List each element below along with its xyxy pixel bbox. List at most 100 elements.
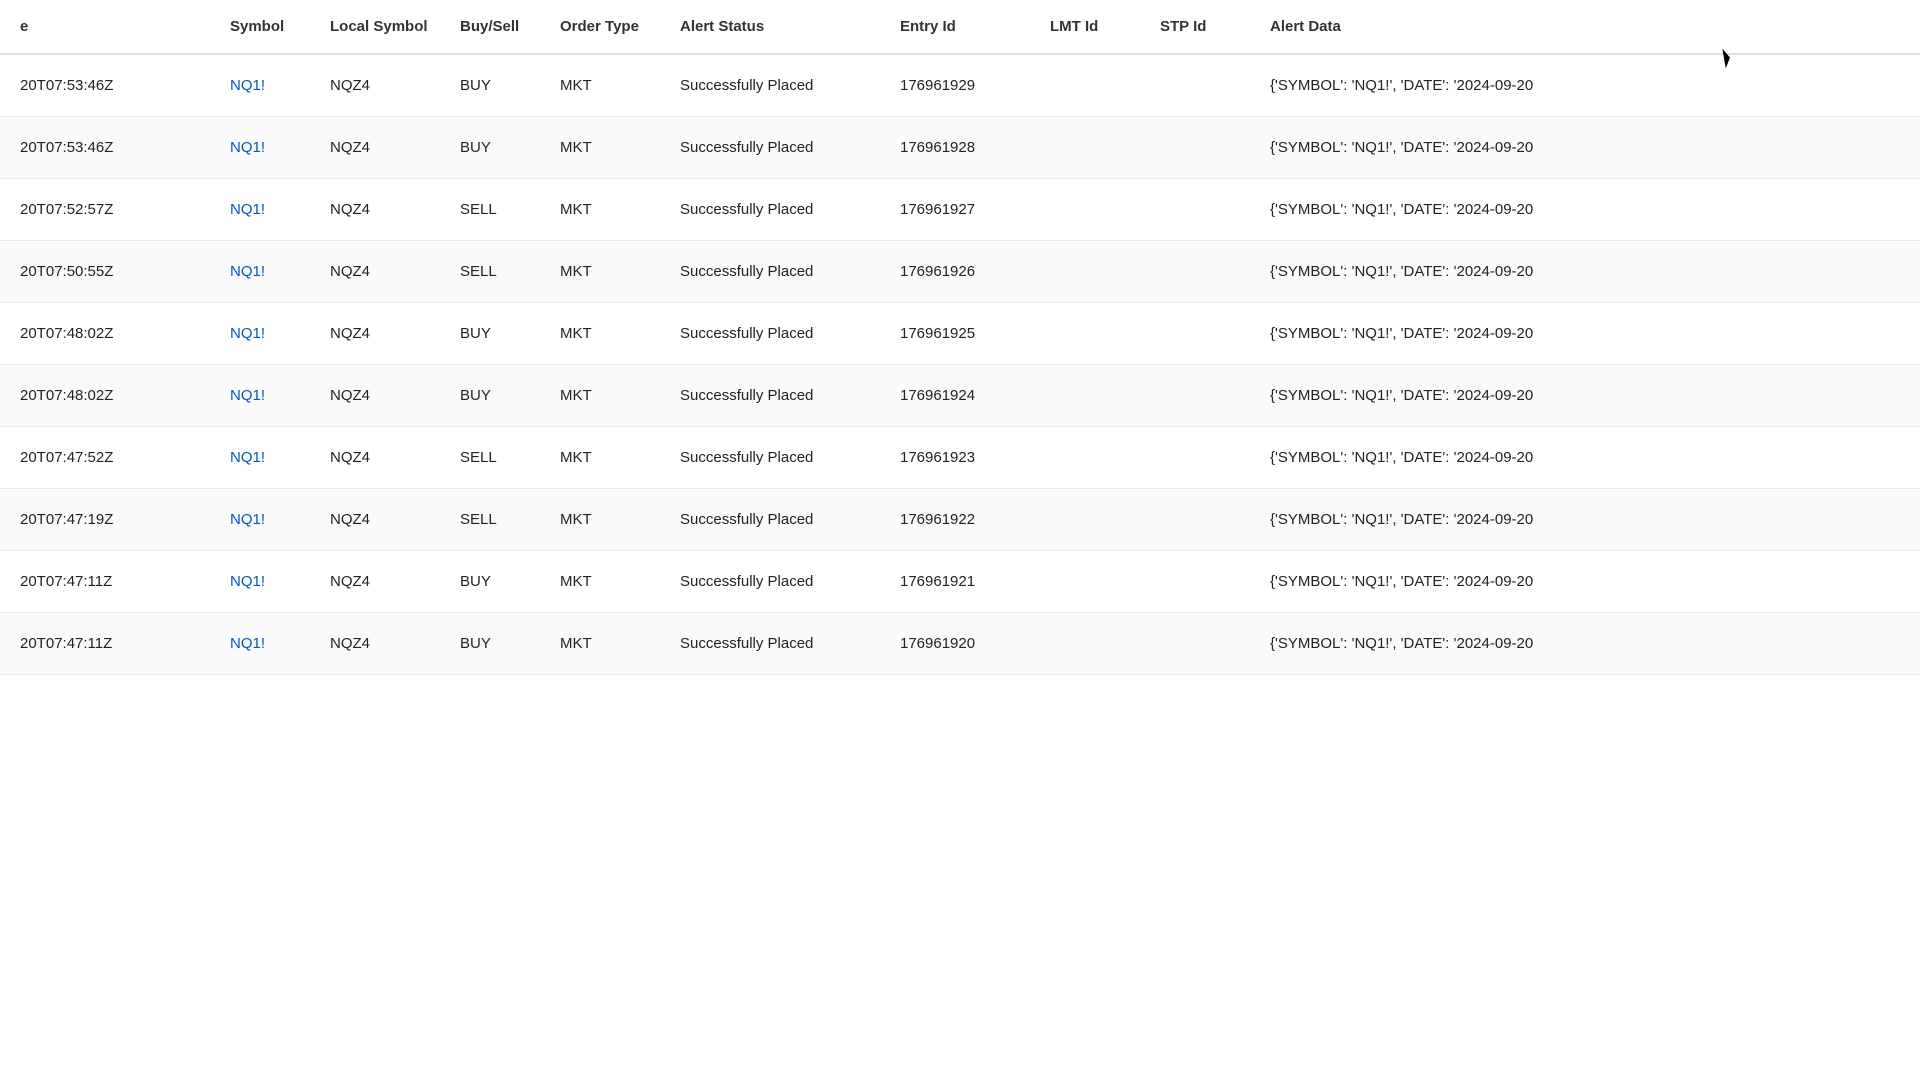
cell-lmt-id	[1030, 427, 1140, 489]
cell-order-type: MKT	[540, 613, 660, 675]
cell-stp-id	[1140, 427, 1250, 489]
cell-symbol: NQ1!	[210, 303, 310, 365]
table-row[interactable]: 20T07:52:57ZNQ1!NQZ4SELLMKTSuccessfully …	[0, 179, 1920, 241]
cell-lmt-id	[1030, 117, 1140, 179]
col-header-alert-data[interactable]: Alert Data	[1250, 0, 1920, 54]
cell-entry-id: 176961923	[880, 427, 1030, 489]
cell-date: 20T07:50:55Z	[0, 241, 210, 303]
cell-order-type: MKT	[540, 365, 660, 427]
cell-buy-sell: BUY	[440, 365, 540, 427]
table-row[interactable]: 20T07:47:19ZNQ1!NQZ4SELLMKTSuccessfully …	[0, 489, 1920, 551]
cell-alert-status: Successfully Placed	[660, 117, 880, 179]
cell-alert-data: {'SYMBOL': 'NQ1!', 'DATE': '2024-09-20	[1250, 427, 1920, 489]
table-body: 20T07:53:46ZNQ1!NQZ4BUYMKTSuccessfully P…	[0, 54, 1920, 675]
cell-local-symbol: NQZ4	[310, 303, 440, 365]
cell-lmt-id	[1030, 54, 1140, 117]
cell-lmt-id	[1030, 303, 1140, 365]
cell-lmt-id	[1030, 365, 1140, 427]
cell-stp-id	[1140, 613, 1250, 675]
cell-alert-status: Successfully Placed	[660, 179, 880, 241]
table-row[interactable]: 20T07:48:02ZNQ1!NQZ4BUYMKTSuccessfully P…	[0, 303, 1920, 365]
cell-local-symbol: NQZ4	[310, 179, 440, 241]
cell-lmt-id	[1030, 613, 1140, 675]
col-header-order-type[interactable]: Order Type	[540, 0, 660, 54]
table-header-row: e Symbol Local Symbol Buy/Sell Order Typ…	[0, 0, 1920, 54]
cell-buy-sell: BUY	[440, 54, 540, 117]
col-header-local-symbol[interactable]: Local Symbol	[310, 0, 440, 54]
cell-buy-sell: BUY	[440, 613, 540, 675]
cell-stp-id	[1140, 551, 1250, 613]
cell-buy-sell: SELL	[440, 489, 540, 551]
cell-entry-id: 176961922	[880, 489, 1030, 551]
cell-alert-data: {'SYMBOL': 'NQ1!', 'DATE': '2024-09-20	[1250, 551, 1920, 613]
cell-lmt-id	[1030, 179, 1140, 241]
cell-alert-status: Successfully Placed	[660, 551, 880, 613]
cell-alert-data: {'SYMBOL': 'NQ1!', 'DATE': '2024-09-20	[1250, 241, 1920, 303]
cell-buy-sell: BUY	[440, 303, 540, 365]
orders-table: e Symbol Local Symbol Buy/Sell Order Typ…	[0, 0, 1920, 675]
cell-alert-data: {'SYMBOL': 'NQ1!', 'DATE': '2024-09-20	[1250, 365, 1920, 427]
cell-local-symbol: NQZ4	[310, 427, 440, 489]
cell-buy-sell: BUY	[440, 117, 540, 179]
cell-alert-data: {'SYMBOL': 'NQ1!', 'DATE': '2024-09-20	[1250, 303, 1920, 365]
col-header-date[interactable]: e	[0, 0, 210, 54]
cell-alert-data: {'SYMBOL': 'NQ1!', 'DATE': '2024-09-20	[1250, 117, 1920, 179]
cell-local-symbol: NQZ4	[310, 117, 440, 179]
cell-local-symbol: NQZ4	[310, 241, 440, 303]
cell-symbol: NQ1!	[210, 551, 310, 613]
cell-entry-id: 176961921	[880, 551, 1030, 613]
cell-alert-status: Successfully Placed	[660, 613, 880, 675]
col-header-entry-id[interactable]: Entry Id	[880, 0, 1030, 54]
cell-order-type: MKT	[540, 117, 660, 179]
cell-entry-id: 176961928	[880, 117, 1030, 179]
cell-symbol: NQ1!	[210, 179, 310, 241]
cell-local-symbol: NQZ4	[310, 489, 440, 551]
table-row[interactable]: 20T07:53:46ZNQ1!NQZ4BUYMKTSuccessfully P…	[0, 54, 1920, 117]
table-row[interactable]: 20T07:53:46ZNQ1!NQZ4BUYMKTSuccessfully P…	[0, 117, 1920, 179]
cell-buy-sell: SELL	[440, 427, 540, 489]
col-header-stp-id[interactable]: STP Id	[1140, 0, 1250, 54]
cell-alert-data: {'SYMBOL': 'NQ1!', 'DATE': '2024-09-20	[1250, 613, 1920, 675]
cell-entry-id: 176961926	[880, 241, 1030, 303]
cell-symbol: NQ1!	[210, 427, 310, 489]
cell-order-type: MKT	[540, 551, 660, 613]
cell-alert-data: {'SYMBOL': 'NQ1!', 'DATE': '2024-09-20	[1250, 179, 1920, 241]
cell-entry-id: 176961924	[880, 365, 1030, 427]
cell-alert-status: Successfully Placed	[660, 54, 880, 117]
cell-buy-sell: SELL	[440, 179, 540, 241]
table-row[interactable]: 20T07:50:55ZNQ1!NQZ4SELLMKTSuccessfully …	[0, 241, 1920, 303]
cell-entry-id: 176961920	[880, 613, 1030, 675]
cell-symbol: NQ1!	[210, 241, 310, 303]
col-header-buy-sell[interactable]: Buy/Sell	[440, 0, 540, 54]
cell-order-type: MKT	[540, 54, 660, 117]
cell-date: 20T07:53:46Z	[0, 54, 210, 117]
cell-date: 20T07:47:11Z	[0, 551, 210, 613]
cell-local-symbol: NQZ4	[310, 551, 440, 613]
col-header-symbol[interactable]: Symbol	[210, 0, 310, 54]
cell-symbol: NQ1!	[210, 489, 310, 551]
cell-stp-id	[1140, 303, 1250, 365]
cell-lmt-id	[1030, 241, 1140, 303]
cell-order-type: MKT	[540, 241, 660, 303]
table-row[interactable]: 20T07:48:02ZNQ1!NQZ4BUYMKTSuccessfully P…	[0, 365, 1920, 427]
cell-buy-sell: SELL	[440, 241, 540, 303]
col-header-lmt-id[interactable]: LMT Id	[1030, 0, 1140, 54]
cell-symbol: NQ1!	[210, 54, 310, 117]
table-row[interactable]: 20T07:47:11ZNQ1!NQZ4BUYMKTSuccessfully P…	[0, 613, 1920, 675]
cell-date: 20T07:48:02Z	[0, 303, 210, 365]
cell-entry-id: 176961925	[880, 303, 1030, 365]
orders-table-container: e Symbol Local Symbol Buy/Sell Order Typ…	[0, 0, 1920, 1080]
cell-stp-id	[1140, 489, 1250, 551]
cell-stp-id	[1140, 179, 1250, 241]
col-header-alert-status[interactable]: Alert Status	[660, 0, 880, 54]
cell-date: 20T07:47:11Z	[0, 613, 210, 675]
cell-stp-id	[1140, 54, 1250, 117]
cell-alert-status: Successfully Placed	[660, 303, 880, 365]
table-row[interactable]: 20T07:47:11ZNQ1!NQZ4BUYMKTSuccessfully P…	[0, 551, 1920, 613]
cell-date: 20T07:53:46Z	[0, 117, 210, 179]
cell-alert-status: Successfully Placed	[660, 427, 880, 489]
cell-local-symbol: NQZ4	[310, 54, 440, 117]
table-row[interactable]: 20T07:47:52ZNQ1!NQZ4SELLMKTSuccessfully …	[0, 427, 1920, 489]
cell-local-symbol: NQZ4	[310, 613, 440, 675]
cell-stp-id	[1140, 117, 1250, 179]
